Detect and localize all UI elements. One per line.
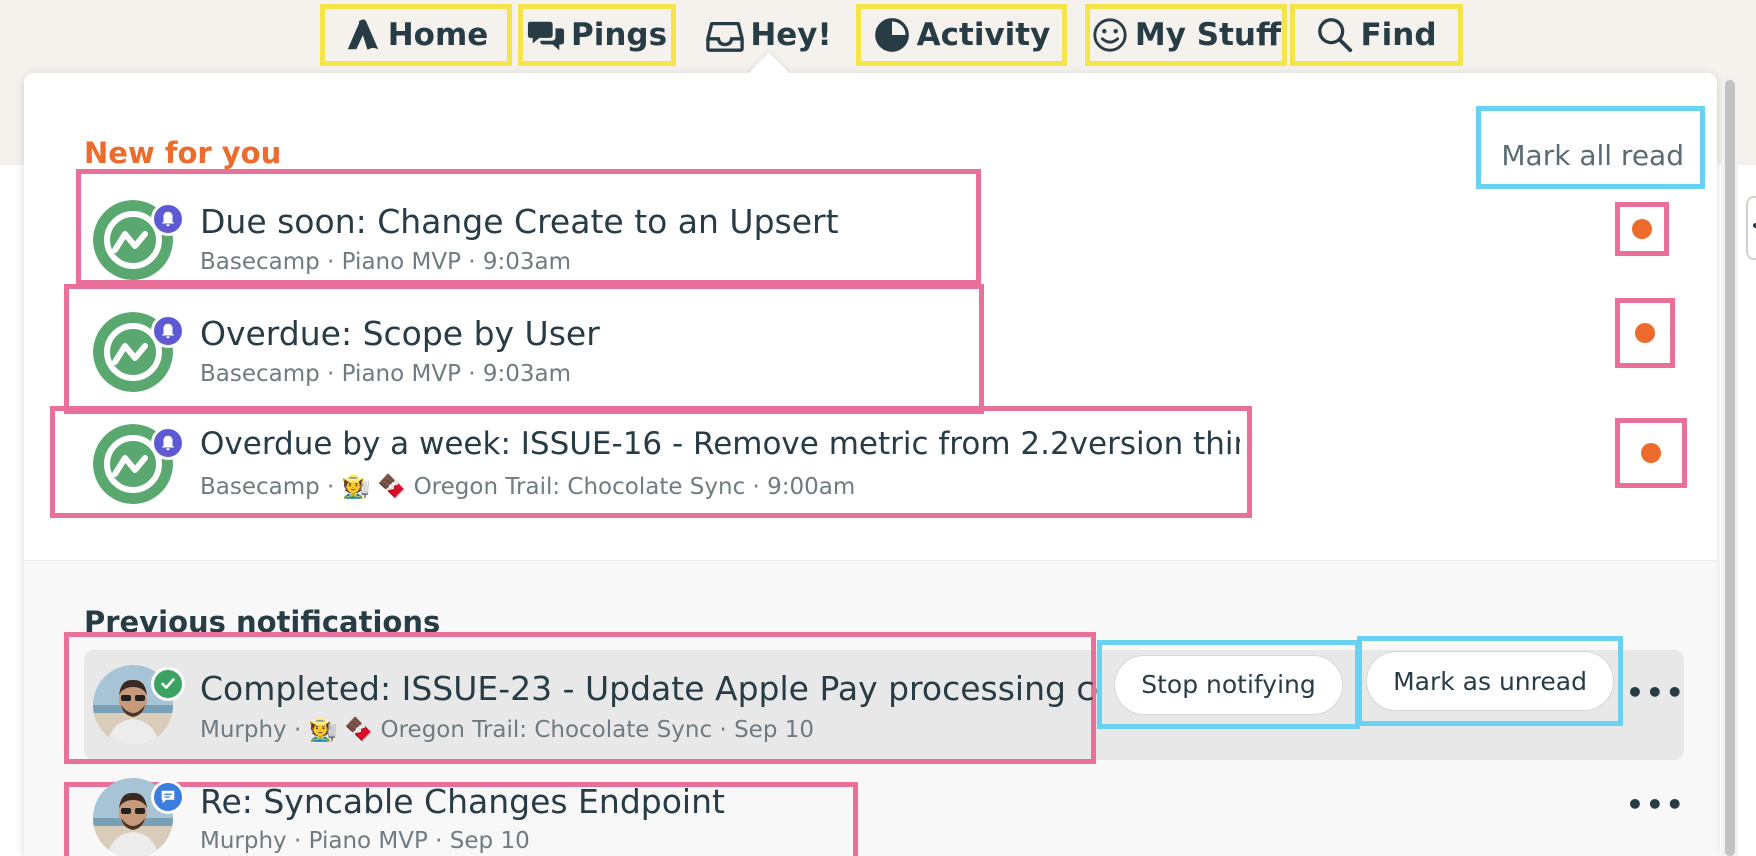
nav-my-stuff-label: My Stuff	[1134, 17, 1282, 53]
stop-notifying-wrapper: Stop notifying	[1097, 640, 1360, 729]
stop-notifying-button[interactable]: Stop notifying	[1114, 654, 1343, 715]
notification-meta: Murphy · 🧑‍🌾 🍫 Oregon Trail: Chocolate S…	[200, 717, 815, 743]
scrollbar-thumb[interactable]	[1725, 80, 1735, 856]
nav-home-label: Home	[387, 17, 489, 53]
unread-dot	[1641, 443, 1661, 463]
mark-as-unread-button[interactable]: Mark as unread	[1366, 651, 1614, 711]
notification-title: Completed: ISSUE-23 - Update Apple Pay p…	[200, 669, 1098, 708]
bell-icon	[161, 323, 175, 339]
notification-meta: Basecamp · Piano MVP · 9:03am	[200, 249, 572, 275]
nav-my-stuff[interactable]: My Stuff	[1085, 4, 1287, 66]
nav-find[interactable]: Find	[1290, 4, 1463, 66]
notification-title: Re: Syncable Changes Endpoint	[200, 782, 725, 821]
mark-all-read-label: Mark all read	[1501, 139, 1684, 172]
home-icon	[347, 19, 378, 50]
unread-dot	[1632, 219, 1652, 239]
notification-meta: Murphy · Piano MVP · Sep 10	[200, 828, 530, 854]
unread-dot	[1635, 323, 1655, 343]
notification-meta: Basecamp · 🧑‍🌾 🍫 Oregon Trail: Chocolate…	[200, 474, 856, 500]
bell-icon	[161, 435, 175, 451]
notification-title-clip: Completed: ISSUE-23 - Update Apple Pay p…	[200, 669, 1098, 713]
notification-title: Overdue by a week: ISSUE-16 - Remove met…	[200, 426, 1240, 462]
nav-pings-label: Pings	[570, 17, 668, 53]
check-icon	[161, 678, 175, 689]
comment-badge	[151, 780, 185, 814]
pings-icon	[527, 21, 565, 51]
smiley-icon	[1093, 18, 1127, 52]
unread-indicator[interactable]	[1615, 202, 1669, 256]
bell-icon	[161, 211, 175, 227]
notification-title: Overdue: Scope by User	[200, 314, 600, 353]
bell-badge	[151, 202, 185, 236]
mark-unread-wrapper: Mark as unread	[1357, 636, 1623, 726]
background-menu-handle	[1746, 196, 1756, 260]
mark-all-read-button[interactable]: Mark all read	[1476, 106, 1705, 189]
new-for-you-heading: New for you	[84, 136, 282, 170]
more-options-button[interactable]: •••	[1626, 788, 1686, 821]
nav-find-label: Find	[1360, 17, 1437, 53]
notification-meta: Basecamp · Piano MVP · 9:03am	[200, 361, 572, 387]
inbox-icon	[706, 21, 745, 52]
unread-indicator[interactable]	[1615, 298, 1675, 368]
nav-activity-label: Activity	[916, 17, 1051, 53]
bell-badge	[151, 314, 185, 348]
check-badge	[151, 667, 185, 701]
notification-title: Due soon: Change Create to an Upsert	[200, 202, 839, 241]
nav-pings[interactable]: Pings	[518, 4, 676, 66]
nav-hey-label: Hey!	[750, 17, 832, 53]
nav-activity[interactable]: Activity	[856, 4, 1067, 66]
nav-home[interactable]: Home	[320, 4, 512, 66]
activity-icon	[874, 18, 909, 52]
bell-badge	[151, 426, 185, 460]
chat-icon	[161, 790, 175, 804]
notification-title-clip: Overdue by a week: ISSUE-16 - Remove met…	[200, 426, 1240, 470]
unread-indicator[interactable]	[1615, 418, 1687, 488]
search-icon	[1318, 18, 1353, 53]
more-options-button[interactable]: •••	[1626, 676, 1686, 709]
